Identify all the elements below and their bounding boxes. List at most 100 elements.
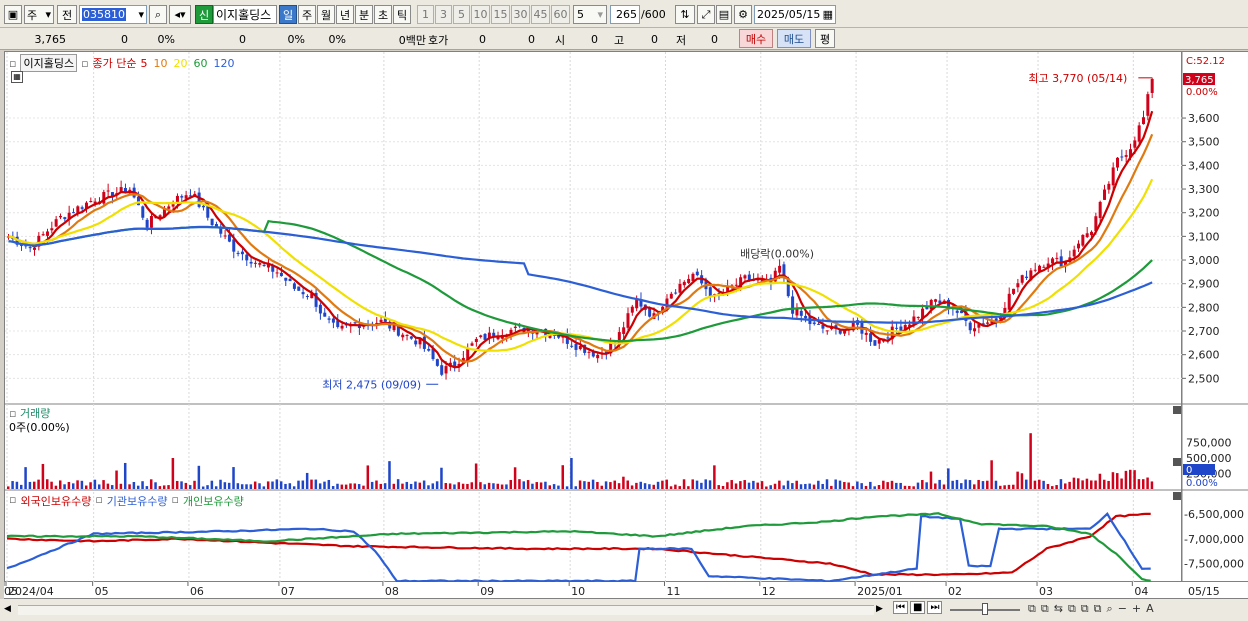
period-tab[interactable]: 월 [317,5,335,24]
period-tab[interactable]: 주 [298,5,316,24]
volume-bar [375,480,378,489]
interval-button[interactable]: 3 [435,5,452,24]
layout-icon[interactable]: ⧉ [1068,602,1076,616]
volume-bar [938,479,941,489]
volume-bar [193,480,196,489]
rewind-icon[interactable]: ⏮ [893,601,908,614]
volume-bar [1003,485,1006,489]
period-tab[interactable]: 분 [355,5,373,24]
volume-bar [266,481,270,489]
candle-body [678,283,682,293]
volume-bar [587,481,590,489]
candle-body [80,207,84,209]
count-input[interactable]: 265 [610,5,640,24]
font-size-icon[interactable]: A [1146,602,1154,616]
price-panel-title[interactable]: 이지홀딩스 [20,54,78,72]
candle-body [886,337,890,339]
holdings-legend-item: 외국인보유수량 [20,495,92,508]
zoom-slider-handle[interactable] [982,603,988,615]
volume-bar [483,484,487,489]
period-tab[interactable]: 년 [336,5,354,24]
window-menu-icon[interactable]: ▣ [4,5,22,24]
volume-bar [1051,486,1054,489]
volume-bar [67,481,71,489]
volume-bar [427,485,430,489]
buy-button[interactable]: 매수 [739,29,773,48]
volume-bar [596,481,599,489]
volume-bar [353,483,357,489]
volume-bar [275,479,279,489]
ma-line-5 [8,110,1154,369]
zoom-icon[interactable]: ⌕ [1107,602,1113,616]
interval-button[interactable]: 45 [531,5,550,24]
stop-icon[interactable]: ■ [910,601,926,614]
scroll-track[interactable] [18,605,874,615]
volume-bar [934,483,937,489]
candle-body [435,359,439,366]
layout-icon[interactable]: ⧉ [1094,602,1102,616]
candle-body [405,334,409,336]
volume-bar [678,486,681,489]
scroll-left-icon[interactable]: ◀ [4,602,16,617]
stock-code-input[interactable]: 035810 ▾ [79,5,147,24]
interval-button[interactable]: 60 [551,5,570,24]
candle-body [1103,189,1107,200]
date-input[interactable]: 2025/05/15 ▦ [754,5,836,24]
compare-icon[interactable]: ⇆ [1054,602,1063,616]
volume-bar [838,480,842,489]
volume-bar [128,484,131,489]
x-tick-label: 06 [190,585,204,598]
volume-bar [45,479,49,489]
interval-button[interactable]: 5 [453,5,470,24]
unit-select[interactable]: 주 ▾ [24,5,54,24]
layout-icon[interactable]: ⧉ [1081,602,1089,616]
plus-icon[interactable]: + [1132,602,1141,616]
volume-bar [388,461,391,489]
ma-legend-item: 5 [140,56,148,70]
volume-bar [808,483,811,489]
period-tab[interactable]: 틱 [393,5,411,24]
candle-body [50,228,54,231]
candle-body [232,239,236,252]
search-icon[interactable]: ⌕ [149,5,167,24]
volume-bar [418,482,422,489]
volume-bar [396,479,400,489]
sound-icon[interactable]: ◂▾ [169,5,191,24]
candle-body [622,327,626,334]
volume-bar [492,483,495,489]
candle-body [444,366,448,374]
minus-icon[interactable]: − [1118,602,1127,616]
interval-button[interactable]: 10 [471,5,490,24]
volume-bar [1046,484,1050,489]
bottom-scroll-bar: ◀ ▶ ⏮ ■ ⏭ ⧉ ⧉ ⇆ ⧉ ⧉ ⧉ ⌕ − + A [0,599,1248,621]
volume-bar [336,483,339,489]
layout-icon[interactable]: ⧉ [1028,602,1036,616]
period-tab[interactable]: 초 [374,5,392,24]
sell-button[interactable]: 매도 [777,29,811,48]
volume-bar [1103,479,1106,489]
candle-body [479,335,483,337]
period-tab[interactable]: 일 [279,5,297,24]
cross-line-icon[interactable]: ⤢ [697,5,715,24]
layout-icon[interactable]: ⧉ [1041,602,1049,616]
forward-icon[interactable]: ⏭ [927,601,943,614]
interval-button[interactable]: 1 [417,5,434,24]
interval-button[interactable]: 30 [511,5,530,24]
interval-button[interactable]: 15 [491,5,510,24]
prev-button[interactable]: 전 [57,5,77,24]
x-tick-label: 04 [1134,585,1148,598]
change-percent: 0% [157,33,175,46]
right-top-label: C:52.12 [1186,56,1225,67]
candle-type-icon[interactable]: ⇅ [675,5,695,24]
ma-line-120 [8,225,1153,324]
interval-select[interactable]: 5 ▾ [573,5,607,24]
save-icon[interactable]: ▤ [716,5,732,24]
scroll-right-icon[interactable]: ▶ [876,602,888,617]
volume-bar [856,481,859,489]
eval-button[interactable]: 평 [815,29,835,48]
gear-icon[interactable]: ⚙ [734,5,752,24]
chart-area[interactable]: 최고 3,770 (05/14) 최저 2,475 (09/09) 배당락(0.00… [4,51,1183,583]
volume-bar [600,485,603,489]
candle-body [28,247,32,249]
calculator-icon[interactable]: ▦ [11,71,23,83]
